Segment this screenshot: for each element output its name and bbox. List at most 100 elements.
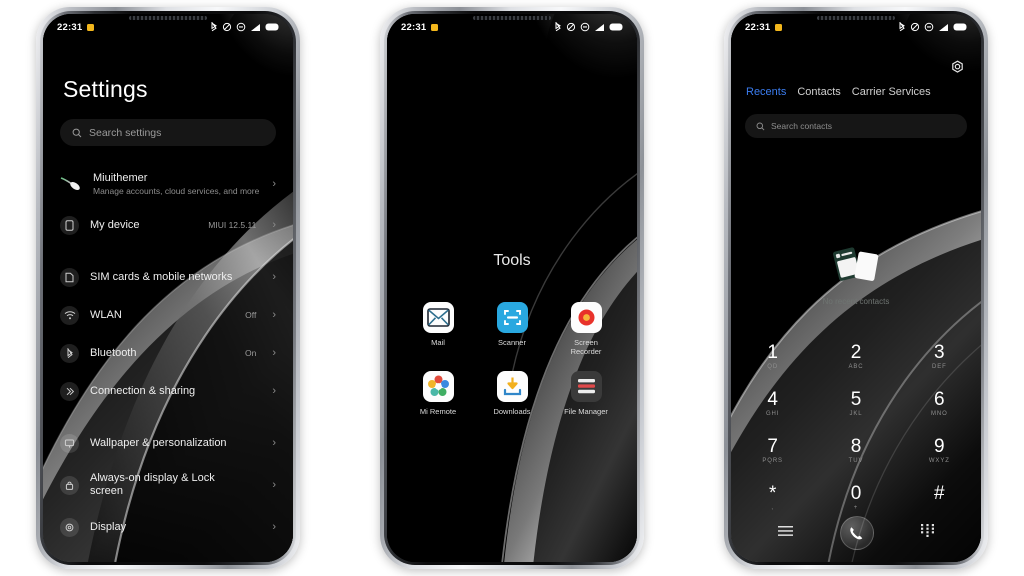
dial-key-star[interactable]: *,	[731, 477, 814, 519]
key-number: 5	[850, 389, 862, 410]
search-contacts-input[interactable]: Search contacts	[745, 114, 967, 138]
app-screen-recorder[interactable]: Screen Recorder	[549, 302, 623, 356]
key-number: 2	[850, 342, 862, 363]
sharing-icon	[60, 381, 79, 401]
tab-recents[interactable]: Recents	[746, 86, 786, 98]
menu-icon[interactable]	[778, 524, 794, 542]
key-letters: MNO	[930, 411, 948, 417]
search-icon	[72, 128, 82, 137]
app-label: File Manager	[564, 407, 608, 416]
account-text: Miuithemer Manage accounts, cloud servic…	[93, 172, 261, 197]
app-mi-remote[interactable]: Mi Remote	[401, 371, 475, 416]
item-label: SIM cards & mobile networks	[90, 270, 233, 283]
screen-recorder-icon	[570, 302, 602, 333]
phones-row: 22:31 Settings Search settings Miuitheme…	[0, 0, 1024, 576]
app-grid: Mail Scanner Screen Recorder Mi Remote D…	[401, 302, 623, 416]
key-number: 0	[850, 483, 862, 504]
gear-icon[interactable]	[950, 60, 965, 80]
dial-key-7[interactable]: 7 PQRS	[731, 430, 814, 472]
earpiece-speaker	[817, 16, 895, 20]
file-manager-icon	[570, 371, 602, 402]
signal-icon	[595, 23, 604, 31]
status-right	[554, 22, 624, 32]
search-input[interactable]: Search settings	[60, 119, 276, 146]
app-label: Screen Recorder	[570, 338, 602, 356]
dial-key-3[interactable]: 3 DEF	[898, 336, 981, 378]
empty-state: No recent contacts	[731, 242, 981, 306]
dialer-screen: 22:31 Recents Contacts Carrier Services …	[731, 14, 981, 562]
phone-bezel: 22:31 Recents Contacts Carrier Services …	[728, 11, 984, 565]
sidebar-item-sim-cards[interactable]: SIM cards & mobile networks ›	[43, 258, 293, 296]
app-mail[interactable]: Mail	[401, 302, 475, 356]
page-title: Settings	[63, 76, 148, 102]
item-label: Bluetooth	[90, 346, 137, 359]
downloads-icon	[496, 371, 528, 402]
sidebar-item-aod-lock-screen[interactable]: Always-on display & Lock screen ›	[43, 462, 293, 508]
notification-dot-icon	[431, 23, 439, 31]
settings-screen: 22:31 Settings Search settings Miuitheme…	[43, 14, 293, 562]
key-letters: JKL	[849, 411, 863, 417]
sidebar-item-my-device[interactable]: My device MIUI 12.5.11 ›	[43, 206, 293, 244]
sidebar-item-connection-sharing[interactable]: Connection & sharing ›	[43, 372, 293, 410]
sidebar-item-bluetooth[interactable]: Bluetooth On ›	[43, 334, 293, 372]
app-downloads[interactable]: Downloads	[475, 371, 549, 416]
tools-folder-screen: 22:31 Tools Mail Scanner Screen Recorder…	[387, 14, 637, 562]
dial-key-9[interactable]: 9 WXYZ	[898, 430, 981, 472]
folder-title: Tools	[493, 252, 531, 269]
status-time: 22:31	[401, 21, 427, 33]
settings-list: Miuithemer Manage accounts, cloud servic…	[43, 162, 293, 562]
battery-icon	[953, 23, 967, 31]
app-label: Scanner	[498, 338, 526, 347]
status-time: 22:31	[57, 21, 83, 33]
dnd-icon	[236, 22, 246, 32]
phone-bezel: 22:31 Tools Mail Scanner Screen Recorder…	[384, 11, 640, 565]
call-icon	[850, 526, 863, 539]
call-button[interactable]	[839, 516, 874, 550]
status-left: 22:31	[745, 22, 783, 33]
chevron-right-icon: ›	[272, 308, 276, 321]
dial-key-0[interactable]: 0 +	[814, 477, 897, 519]
dialer-bottom-bar	[731, 516, 981, 550]
lock-icon	[60, 475, 79, 495]
app-scanner[interactable]: Scanner	[475, 302, 549, 356]
chevron-right-icon: ›	[272, 270, 276, 283]
app-label: Mi Remote	[419, 407, 457, 416]
key-letters: +	[853, 505, 859, 511]
phone-icon	[60, 215, 79, 235]
dial-key-8[interactable]: 8 TUV	[814, 430, 897, 472]
chevron-right-icon: ›	[272, 384, 276, 397]
key-number: 3	[934, 342, 945, 363]
dial-key-6[interactable]: 6 MNO	[898, 383, 981, 425]
phone-bezel: 22:31 Settings Search settings Miuitheme…	[40, 11, 296, 565]
tab-carrier-services[interactable]: Carrier Services	[852, 86, 931, 98]
wifi-icon	[60, 305, 79, 325]
wallpaper-icon	[60, 433, 79, 453]
tab-contacts[interactable]: Contacts	[797, 86, 840, 98]
earpiece-speaker	[473, 16, 551, 20]
sidebar-item-account[interactable]: Miuithemer Manage accounts, cloud servic…	[43, 162, 293, 206]
dial-key-2[interactable]: 2 ABC	[814, 336, 897, 378]
key-letters: QD	[767, 364, 779, 370]
dialpad: 1 QD 2 ABC 3 DEF 4 GHI 5 JKL 6 MNO 7 PQRS 8 TUV …	[731, 336, 981, 519]
bluetooth-icon	[555, 22, 561, 32]
key-number: #	[934, 483, 945, 504]
dial-key-4[interactable]: 4 GHI	[731, 383, 814, 425]
sidebar-item-wallpaper[interactable]: Wallpaper & personalization ›	[43, 424, 293, 462]
sim-icon	[60, 267, 79, 287]
key-number: 9	[934, 436, 945, 457]
earpiece-speaker	[129, 16, 207, 20]
chevron-right-icon: ›	[272, 520, 276, 533]
dial-key-1[interactable]: 1 QD	[731, 336, 814, 378]
dial-key-5[interactable]: 5 JKL	[814, 383, 897, 425]
vibrate-off-icon	[222, 22, 232, 32]
key-number: 6	[934, 389, 945, 410]
dnd-icon	[924, 22, 934, 32]
signal-icon	[939, 23, 948, 31]
dial-key-hash[interactable]: #	[898, 477, 981, 519]
search-icon	[756, 122, 765, 130]
app-file-manager[interactable]: File Manager	[549, 371, 623, 416]
keypad-icon[interactable]	[920, 524, 934, 542]
app-label: Downloads	[493, 407, 531, 416]
sidebar-item-display[interactable]: Display ›	[43, 508, 293, 546]
sidebar-item-wlan[interactable]: WLAN Off ›	[43, 296, 293, 334]
